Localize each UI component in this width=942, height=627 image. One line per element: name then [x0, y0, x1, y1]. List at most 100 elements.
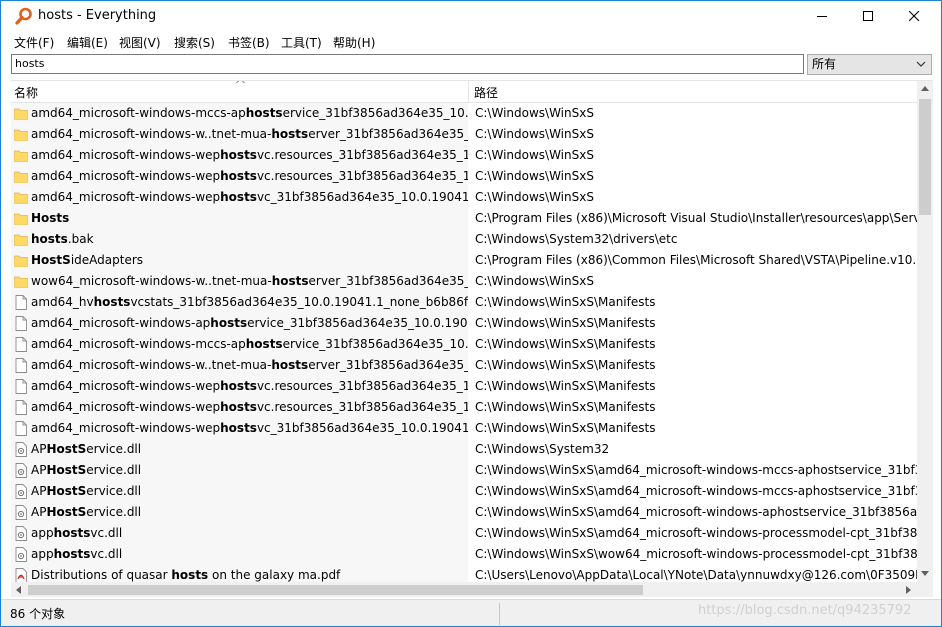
name-cell[interactable]: wow64_microsoft-windows-w..tnet-mua-host…	[11, 271, 468, 292]
path-cell[interactable]: C:\Windows\WinSxS\Manifests	[471, 397, 917, 418]
path-cell[interactable]: C:\Windows\WinSxS	[471, 187, 917, 208]
table-row[interactable]: APHostService.dll C:\Windows\WinSxS\amd64…	[11, 502, 917, 523]
name-cell[interactable]: amd64_microsoft-windows-wephostsvc.resou…	[11, 397, 468, 418]
table-row[interactable]: amd64_microsoft-windows-w..tnet-mua-host…	[11, 355, 917, 376]
path-cell[interactable]: C:\Users\Lenovo\AppData\Local\YNote\Data…	[471, 565, 917, 582]
name-cell[interactable]: amd64_microsoft-windows-wephostsvc_31bf3…	[11, 187, 468, 208]
table-row[interactable]: Distributions of quasar hosts on the gal…	[11, 565, 917, 582]
scroll-up-icon[interactable]	[921, 86, 929, 91]
name-cell[interactable]: amd64_microsoft-windows-aphostservice_31…	[11, 313, 468, 334]
table-row[interactable]: amd64_microsoft-windows-wephostsvc.resou…	[11, 145, 917, 166]
path-cell[interactable]: C:\Windows\System32\drivers\etc	[471, 229, 917, 250]
path-cell[interactable]: C:\Windows\WinSxS\wow64_microsoft-window…	[471, 544, 917, 565]
name-cell[interactable]: APHostService.dll	[11, 460, 468, 481]
table-row[interactable]: HostSideAdapters C:\Program Files (x86)\C…	[11, 250, 917, 271]
filter-dropdown[interactable]: 所有	[807, 54, 932, 75]
table-row[interactable]: APHostService.dll C:\Windows\System32	[11, 439, 917, 460]
menu-view[interactable]: 视图(V)	[119, 34, 161, 51]
table-row[interactable]: wow64_microsoft-windows-w..tnet-mua-host…	[11, 271, 917, 292]
table-row[interactable]: hosts.bak C:\Windows\System32\drivers\etc	[11, 229, 917, 250]
scroll-down-icon[interactable]	[921, 571, 929, 576]
scroll-left-icon[interactable]	[16, 586, 21, 594]
column-divider[interactable]	[468, 81, 469, 103]
scroll-right-icon[interactable]	[906, 586, 911, 594]
name-cell[interactable]: HostSideAdapters	[11, 250, 468, 271]
name-cell[interactable]: amd64_microsoft-windows-wephostsvc.resou…	[11, 166, 468, 187]
name-cell[interactable]: amd64_hvhostsvcstats_31bf3856ad364e35_10…	[11, 292, 468, 313]
name-cell[interactable]: APHostService.dll	[11, 439, 468, 460]
path-cell[interactable]: C:\Windows\WinSxS\Manifests	[471, 292, 917, 313]
table-row[interactable]: amd64_microsoft-windows-wephostsvc_31bf3…	[11, 418, 917, 439]
title-bar[interactable]: hosts - Everything	[1, 1, 941, 31]
path-cell[interactable]: C:\Windows\WinSxS\Manifests	[471, 313, 917, 334]
path-cell[interactable]: C:\Windows\WinSxS	[471, 145, 917, 166]
table-row[interactable]: Hosts C:\Program Files (x86)\Microsoft Vi…	[11, 208, 917, 229]
name-cell[interactable]: APHostService.dll	[11, 502, 468, 523]
table-row[interactable]: amd64_microsoft-windows-w..tnet-mua-host…	[11, 124, 917, 145]
file-name: Distributions of quasar hosts on the gal…	[31, 568, 340, 582]
name-cell[interactable]: apphostsvc.dll	[11, 544, 468, 565]
name-cell[interactable]: Hosts	[11, 208, 468, 229]
name-cell[interactable]: amd64_microsoft-windows-w..tnet-mua-host…	[11, 124, 468, 145]
horizontal-scroll-thumb[interactable]	[28, 585, 643, 595]
search-match-highlight: HostS	[31, 253, 71, 267]
name-cell[interactable]: amd64_microsoft-windows-mccs-aphostservi…	[11, 334, 468, 355]
menu-bookmarks[interactable]: 书签(B)	[228, 34, 270, 51]
name-cell[interactable]: amd64_microsoft-windows-w..tnet-mua-host…	[11, 355, 468, 376]
table-row[interactable]: APHostService.dll C:\Windows\WinSxS\amd64…	[11, 481, 917, 502]
path-cell[interactable]: C:\Windows\WinSxS\Manifests	[471, 376, 917, 397]
folder-icon	[14, 190, 28, 205]
path-cell[interactable]: C:\Windows\WinSxS\amd64_microsoft-window…	[471, 460, 917, 481]
table-row[interactable]: apphostsvc.dll C:\Windows\WinSxS\wow64_mi…	[11, 544, 917, 565]
column-header-name[interactable]: 名称	[14, 84, 38, 101]
name-cell[interactable]: amd64_microsoft-windows-wephostsvc.resou…	[11, 145, 468, 166]
path-cell[interactable]: C:\Windows\WinSxS\Manifests	[471, 355, 917, 376]
menu-search[interactable]: 搜索(S)	[174, 34, 215, 51]
name-cell[interactable]: hosts.bak	[11, 229, 468, 250]
path-cell[interactable]: C:\Windows\WinSxS\amd64_microsoft-window…	[471, 481, 917, 502]
column-header-path[interactable]: 路径	[474, 84, 498, 101]
name-cell[interactable]: Distributions of quasar hosts on the gal…	[11, 565, 468, 582]
path-cell[interactable]: C:\Windows\WinSxS\Manifests	[471, 418, 917, 439]
path-cell[interactable]: C:\Windows\WinSxS\amd64_microsoft-window…	[471, 523, 917, 544]
path-cell[interactable]: C:\Windows\WinSxS	[471, 124, 917, 145]
menu-tools[interactable]: 工具(T)	[281, 34, 322, 51]
path-cell[interactable]: C:\Windows\WinSxS	[471, 103, 917, 124]
menu-edit[interactable]: 编辑(E)	[67, 34, 108, 51]
path-cell[interactable]: C:\Program Files (x86)\Common Files\Micr…	[471, 250, 917, 271]
name-cell[interactable]: apphostsvc.dll	[11, 523, 468, 544]
name-cell[interactable]: amd64_microsoft-windows-wephostsvc_31bf3…	[11, 418, 468, 439]
table-row[interactable]: amd64_microsoft-windows-wephostsvc.resou…	[11, 166, 917, 187]
name-cell[interactable]: amd64_microsoft-windows-wephostsvc.resou…	[11, 376, 468, 397]
menu-file[interactable]: 文件(F)	[14, 34, 54, 51]
file-name-suffix: ervice.dll	[86, 463, 142, 477]
table-row[interactable]: APHostService.dll C:\Windows\WinSxS\amd64…	[11, 460, 917, 481]
table-row[interactable]: apphostsvc.dll C:\Windows\WinSxS\amd64_mi…	[11, 523, 917, 544]
minimize-button[interactable]	[799, 1, 845, 31]
menu-help[interactable]: 帮助(H)	[333, 34, 375, 51]
file-name-prefix: amd64_microsoft-windows-w..tnet-mua-	[31, 358, 272, 372]
table-row[interactable]: amd64_microsoft-windows-aphostservice_31…	[11, 313, 917, 334]
table-row[interactable]: amd64_microsoft-windows-wephostsvc_31bf3…	[11, 187, 917, 208]
table-row[interactable]: amd64_hvhostsvcstats_31bf3856ad364e35_10…	[11, 292, 917, 313]
table-row[interactable]: amd64_microsoft-windows-mccs-aphostservi…	[11, 103, 917, 124]
name-cell[interactable]: amd64_microsoft-windows-mccs-aphostservi…	[11, 103, 468, 124]
path-cell[interactable]: C:\Windows\System32	[471, 439, 917, 460]
close-button[interactable]	[891, 1, 937, 31]
vertical-scrollbar[interactable]	[917, 81, 933, 582]
search-input[interactable]: hosts	[11, 54, 804, 74]
search-match-highlight: hosts	[53, 526, 91, 540]
table-row[interactable]: amd64_microsoft-windows-mccs-aphostservi…	[11, 334, 917, 355]
vertical-scroll-thumb[interactable]	[919, 99, 931, 215]
table-row[interactable]: amd64_microsoft-windows-wephostsvc.resou…	[11, 376, 917, 397]
maximize-button[interactable]	[845, 1, 891, 31]
horizontal-scrollbar[interactable]	[11, 582, 917, 597]
path-cell[interactable]: C:\Program Files (x86)\Microsoft Visual …	[471, 208, 917, 229]
table-row[interactable]: amd64_microsoft-windows-wephostsvc.resou…	[11, 397, 917, 418]
search-match-highlight: HostS	[46, 463, 87, 477]
path-cell[interactable]: C:\Windows\WinSxS\amd64_microsoft-window…	[471, 502, 917, 523]
path-cell[interactable]: C:\Windows\WinSxS	[471, 166, 917, 187]
path-cell[interactable]: C:\Windows\WinSxS	[471, 271, 917, 292]
name-cell[interactable]: APHostService.dll	[11, 481, 468, 502]
path-cell[interactable]: C:\Windows\WinSxS\Manifests	[471, 334, 917, 355]
